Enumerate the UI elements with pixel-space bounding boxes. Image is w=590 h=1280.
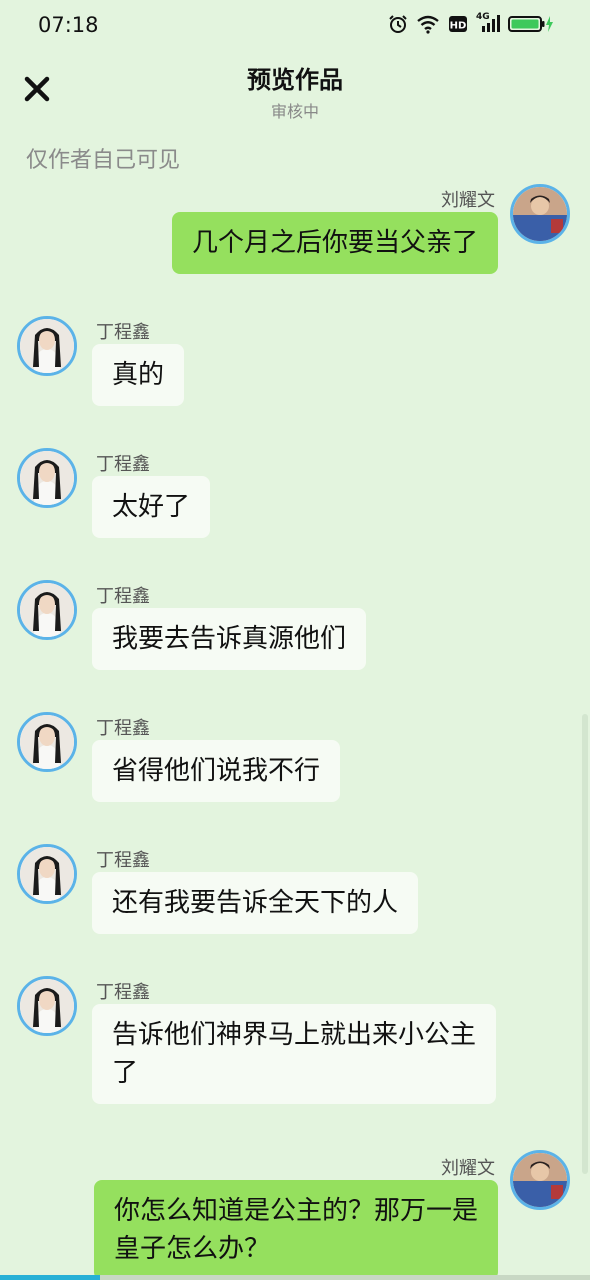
message-row: 刘耀文 你怎么知道是公主的？那万一是皇子怎么办？ <box>0 1148 590 1280</box>
sender-name: 丁程鑫 <box>96 718 150 739</box>
preview-header: 预览作品 审核中 仅作者自己可见 <box>0 52 590 184</box>
sender-name: 丁程鑫 <box>96 322 150 343</box>
page-title: 预览作品 <box>247 66 343 94</box>
alarm-icon <box>389 15 407 33</box>
message-row: 丁程鑫 真的 <box>0 314 590 414</box>
sender-name: 丁程鑫 <box>96 850 150 871</box>
message-row: 丁程鑫 我要去告诉真源他们 <box>0 578 590 678</box>
avatar-ding-chengxin[interactable] <box>17 844 77 904</box>
person-photo-icon <box>20 715 74 769</box>
person-photo-icon <box>20 847 74 901</box>
battery-icon <box>508 16 553 32</box>
network-type-label: 4G <box>476 12 500 34</box>
sender-name: 刘耀文 <box>441 1158 495 1179</box>
avatar-ding-chengxin[interactable] <box>17 448 77 508</box>
message-row: 丁程鑫 省得他们说我不行 <box>0 710 590 810</box>
person-photo-icon <box>20 583 74 637</box>
visibility-note: 仅作者自己可见 <box>26 148 181 173</box>
sender-name: 丁程鑫 <box>96 982 150 1003</box>
avatar-ding-chengxin[interactable] <box>17 712 77 772</box>
wifi-icon <box>417 15 439 34</box>
person-photo-icon <box>20 451 74 505</box>
message-row: 丁程鑫 还有我要告诉全天下的人 <box>0 842 590 942</box>
message-row: 丁程鑫 太好了 <box>0 446 590 546</box>
message-bubble[interactable]: 我要去告诉真源他们 <box>92 608 367 670</box>
review-status: 审核中 <box>270 102 319 121</box>
status-icons: HD 4G <box>388 12 554 34</box>
message-bubble[interactable]: 还有我要告诉全天下的人 <box>92 872 419 934</box>
message-row: 丁程鑫 告诉他们神界马上就出来小公主了 <box>0 974 590 1114</box>
avatar-liu-yaowen[interactable] <box>510 184 570 244</box>
message-bubble[interactable]: 告诉他们神界马上就出来小公主了 <box>92 1004 496 1104</box>
avatar-ding-chengxin[interactable] <box>17 976 77 1036</box>
message-bubble[interactable]: 真的 <box>92 344 185 406</box>
person-photo-icon <box>513 187 567 241</box>
sender-name: 刘耀文 <box>441 190 495 211</box>
person-photo-icon <box>20 979 74 1033</box>
message-bubble[interactable]: 省得他们说我不行 <box>92 740 341 802</box>
sender-name: 丁程鑫 <box>96 454 150 475</box>
status-bar: 07:18 HD 4G <box>0 0 590 52</box>
message-row: 刘耀文 几个月之后你要当父亲了 <box>0 184 590 284</box>
svg-text:HD: HD <box>450 21 467 32</box>
person-photo-icon <box>20 319 74 373</box>
message-bubble[interactable]: 你怎么知道是公主的？那万一是皇子怎么办？ <box>94 1180 498 1280</box>
message-bubble[interactable]: 几个月之后你要当父亲了 <box>171 212 498 274</box>
status-time: 07:18 <box>38 13 99 37</box>
avatar-ding-chengxin[interactable] <box>17 316 77 376</box>
person-photo-icon <box>513 1153 567 1207</box>
message-bubble[interactable]: 太好了 <box>92 476 211 538</box>
signal-icon <box>482 15 500 32</box>
sender-name: 丁程鑫 <box>96 586 150 607</box>
avatar-liu-yaowen[interactable] <box>510 1150 570 1210</box>
chat-area[interactable]: 刘耀文 几个月之后你要当父亲了 丁程鑫 真的 丁程鑫 太好了 丁程鑫 我要去告诉… <box>0 184 590 1280</box>
playback-progress-track[interactable] <box>0 1275 590 1280</box>
hd-icon: HD <box>449 16 467 32</box>
avatar-ding-chengxin[interactable] <box>17 580 77 640</box>
playback-progress-fill <box>0 1275 101 1280</box>
